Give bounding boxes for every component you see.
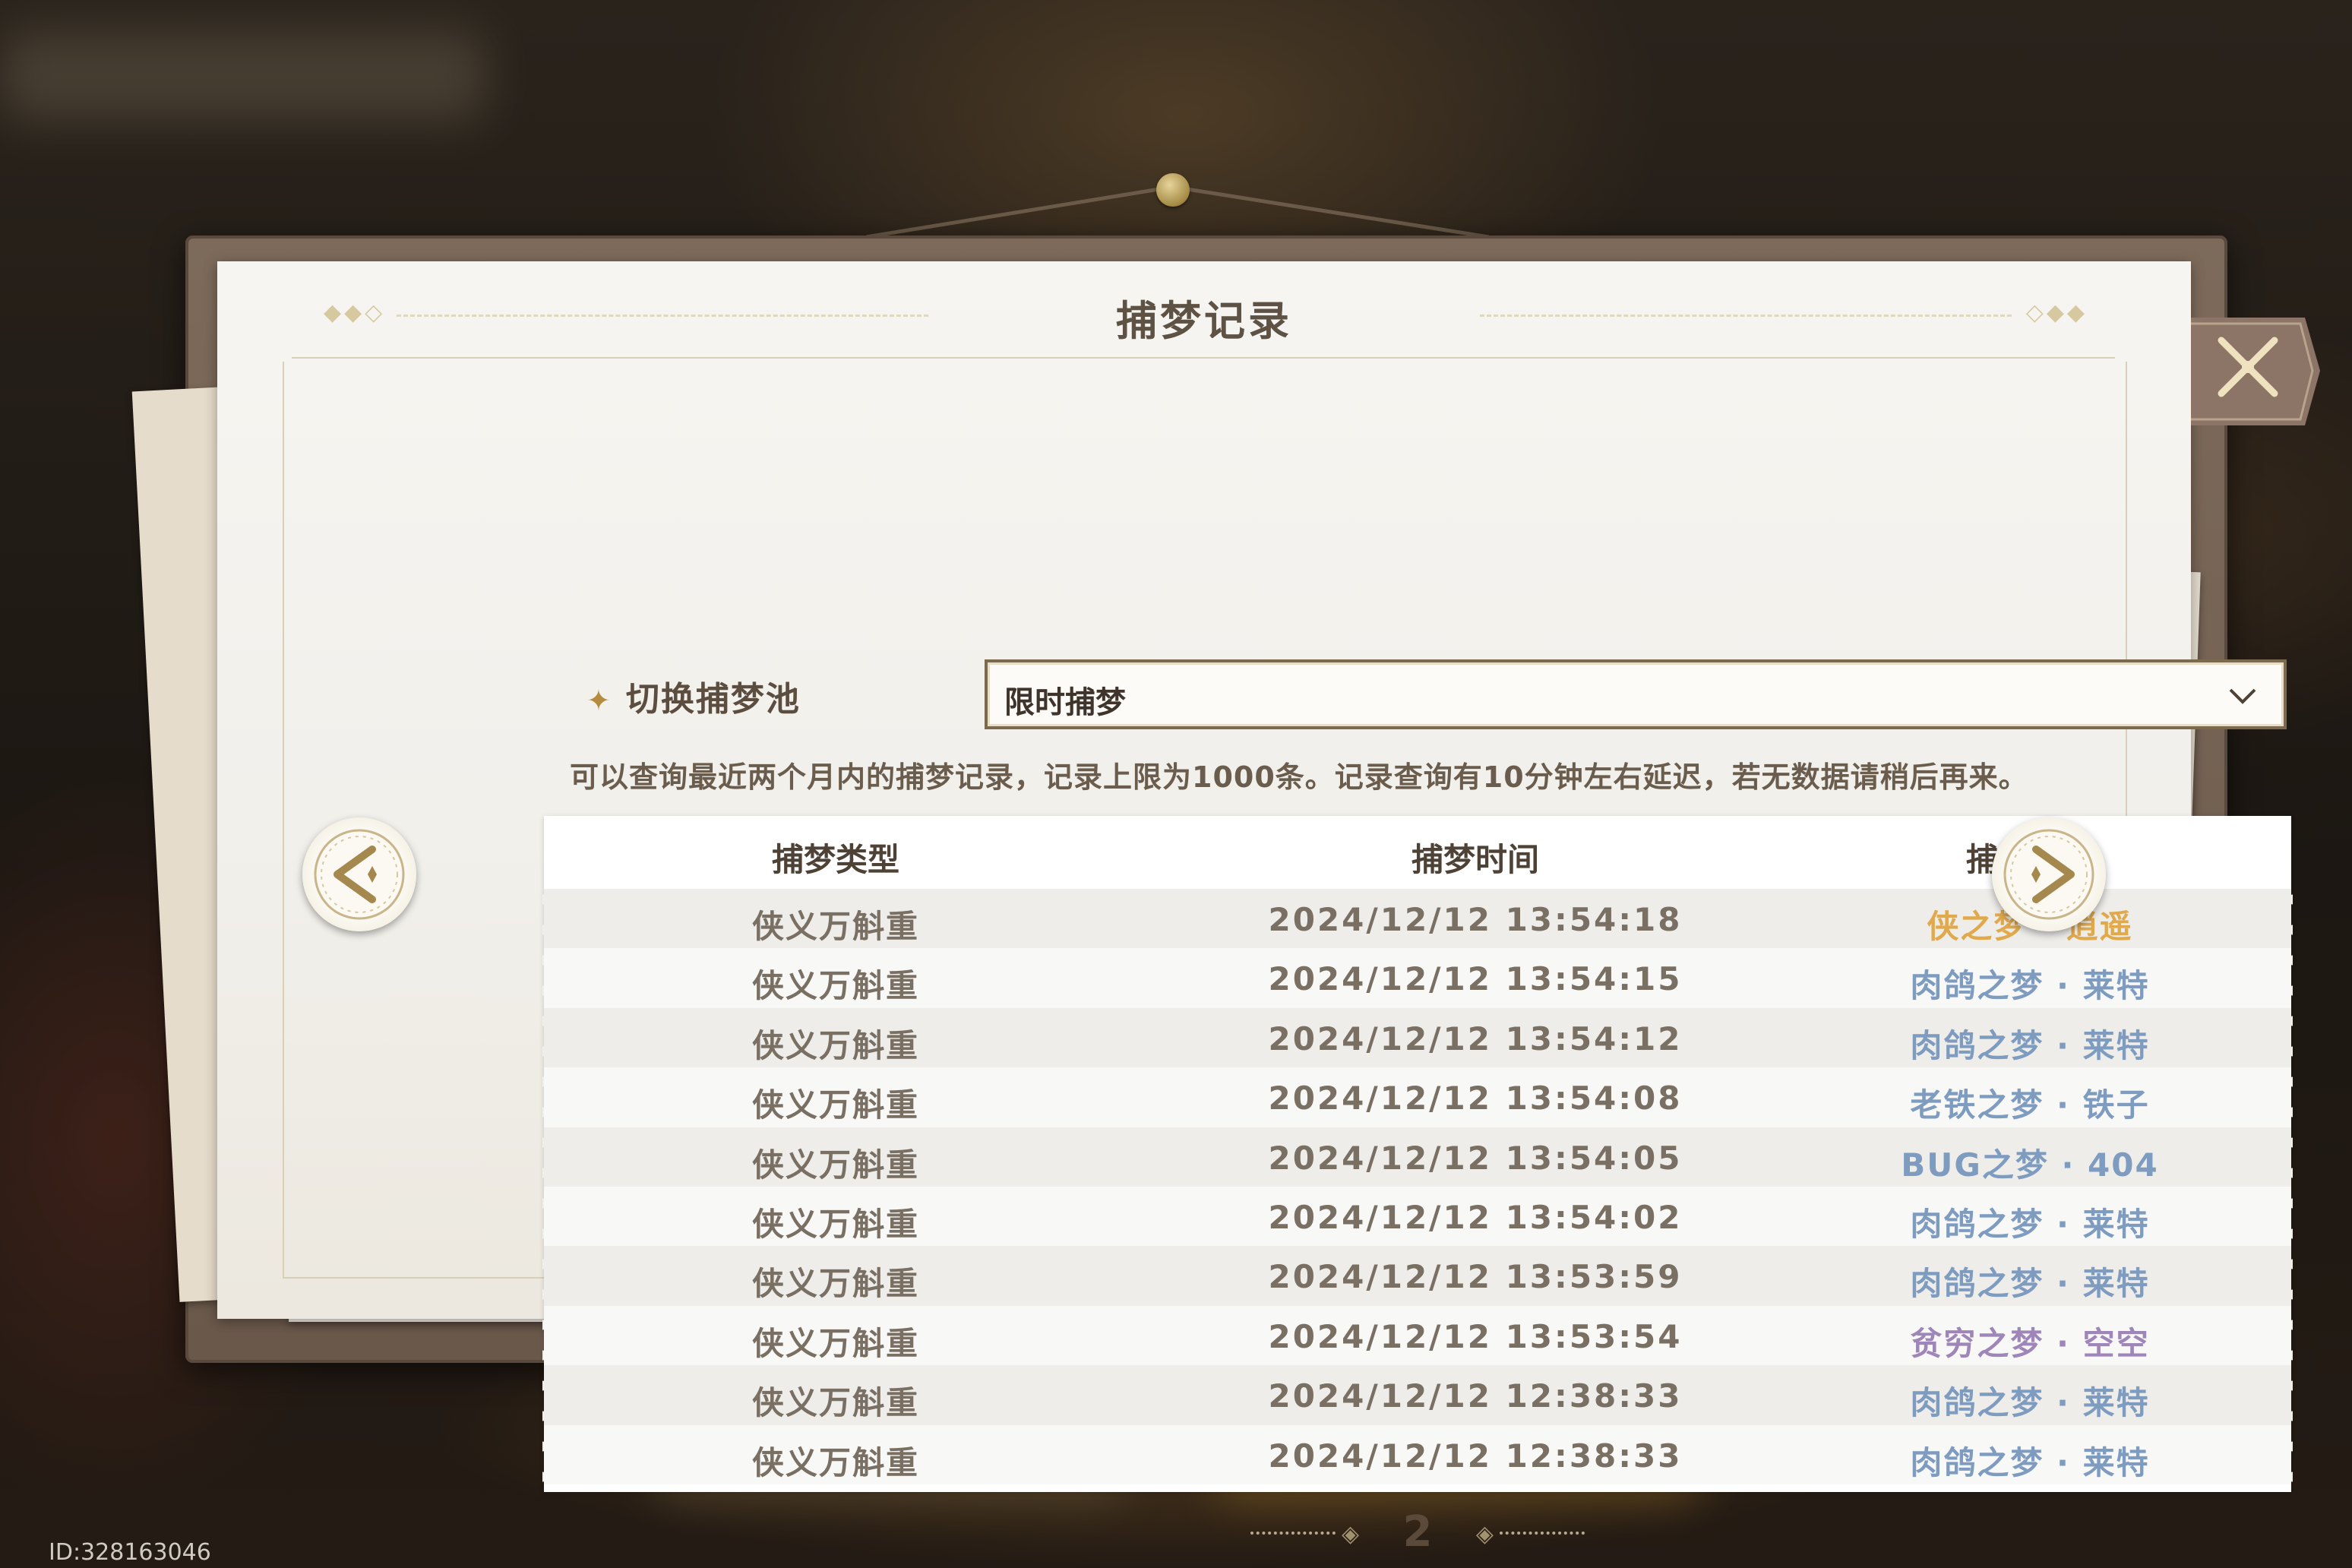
cell-type: 侠义万斛重 [751,1443,919,1481]
record-dialog: ◆◆◇ 捕梦记录 ◇◆◆ ✦ 切换捕梦池 限时捕梦 可以查询最近两个月内的捕梦记录… [217,261,2293,1557]
cell-result: 肉鸽之梦 · 莱特 [1910,1205,2150,1243]
prev-page-button[interactable] [302,817,416,931]
dashed-divider [1480,315,2012,317]
user-id-label: ID:328163046 [49,1539,211,1566]
cell-time: 2024/12/12 13:54:08 [1268,1080,1683,1118]
cell-type: 侠义万斛重 [751,1086,919,1124]
table-row: 侠义万斛重 2024/12/12 13:54:05 BUG之梦 · 404 [544,1127,2291,1187]
column-header-type: 捕梦类型 [771,841,899,878]
close-icon[interactable] [2191,318,2320,425]
table-row: 侠义万斛重 2024/12/12 13:53:54 贫穷之梦 · 空空 [544,1305,2291,1366]
cell-result: 肉鸽之梦 · 莱特 [1910,1265,2150,1303]
pool-selector-label: ✦ 切换捕梦池 [586,672,801,720]
table-row: 侠义万斛重 2024/12/12 13:54:08 老铁之梦 · 铁子 [544,1067,2291,1127]
cell-result: 贫穷之梦 · 空空 [1910,1324,2150,1362]
cell-result: 肉鸽之梦 · 莱特 [1910,1384,2150,1422]
info-text: 可以查询最近两个月内的捕梦记录，记录上限为1000条。记录查询有10分钟左右延迟… [570,760,2028,794]
cell-time: 2024/12/12 13:54:02 [1268,1198,1683,1236]
cell-result: BUG之梦 · 404 [1901,1146,2159,1184]
table-row: 侠义万斛重 2024/12/12 13:53:59 肉鸽之梦 · 莱特 [544,1246,2291,1306]
cell-type: 侠义万斛重 [751,1146,919,1184]
cell-time: 2024/12/12 13:54:12 [1268,1020,1683,1057]
page-indicator: ◈ 2 ◈ [1250,1507,1585,1560]
table-row: 侠义万斛重 2024/12/12 13:54:15 肉鸽之梦 · 莱特 [544,948,2291,1008]
arrow-right-icon [2003,829,2094,920]
table-row: 侠义万斛重 2024/12/12 12:38:33 肉鸽之梦 · 莱特 [544,1365,2291,1425]
pin-icon [1156,173,1190,207]
star-icon: ✦ [586,684,612,717]
cell-type: 侠义万斛重 [751,908,919,945]
title-bar: ◆◆◇ 捕梦记录 ◇◆◆ [217,283,2191,345]
diamond-icon: ◈ [1475,1521,1494,1547]
cell-time: 2024/12/12 13:53:59 [1268,1258,1683,1296]
cell-time: 2024/12/12 13:54:15 [1268,960,1683,998]
cell-type: 侠义万斛重 [751,967,919,1005]
cell-time: 2024/12/12 12:38:33 [1268,1437,1683,1475]
next-page-button[interactable] [1992,817,2106,931]
table-row: 侠义万斛重 2024/12/12 12:38:33 肉鸽之梦 · 莱特 [544,1424,2291,1484]
arrow-left-icon [314,829,405,920]
dropdown-selected-value: 限时捕梦 [1004,685,1126,720]
chevron-down-icon [2229,688,2256,704]
inner-border [292,357,2115,362]
diamond-deco-icon: ◇◆◆ [2025,299,2088,326]
cell-type: 侠义万斛重 [751,1324,919,1362]
column-header-time: 捕梦时间 [1411,841,1539,878]
table-body: 侠义万斛重2024/12/12 13:54:18侠之梦 · 逍遥侠义万斛重202… [544,889,2291,1484]
cell-type: 侠义万斛重 [751,1026,919,1064]
cell-time: 2024/12/12 13:54:18 [1268,901,1683,938]
cell-time: 2024/12/12 12:38:33 [1268,1377,1683,1415]
pool-dropdown[interactable]: 限时捕梦 [985,659,2287,729]
table-row: 侠义万斛重 2024/12/12 13:54:12 肉鸽之梦 · 莱特 [544,1007,2291,1068]
cell-result: 肉鸽之梦 · 莱特 [1910,1443,2150,1481]
selector-label-text: 切换捕梦池 [625,680,801,719]
cell-type: 侠义万斛重 [751,1384,919,1422]
cell-type: 侠义万斛重 [751,1205,919,1243]
cell-result: 老铁之梦 · 铁子 [1910,1086,2150,1124]
cell-result: 肉鸽之梦 · 莱特 [1910,1026,2150,1064]
cell-time: 2024/12/12 13:54:05 [1268,1139,1683,1177]
cell-type: 侠义万斛重 [751,1265,919,1303]
cell-time: 2024/12/12 13:53:54 [1268,1317,1683,1355]
background-blur [0,30,486,122]
dotted-divider [1500,1532,1585,1535]
dialog-title: 捕梦记录 [1116,297,1292,345]
table-row: 侠义万斛重 2024/12/12 13:54:02 肉鸽之梦 · 莱特 [544,1186,2291,1247]
cell-result: 肉鸽之梦 · 莱特 [1910,967,2150,1005]
